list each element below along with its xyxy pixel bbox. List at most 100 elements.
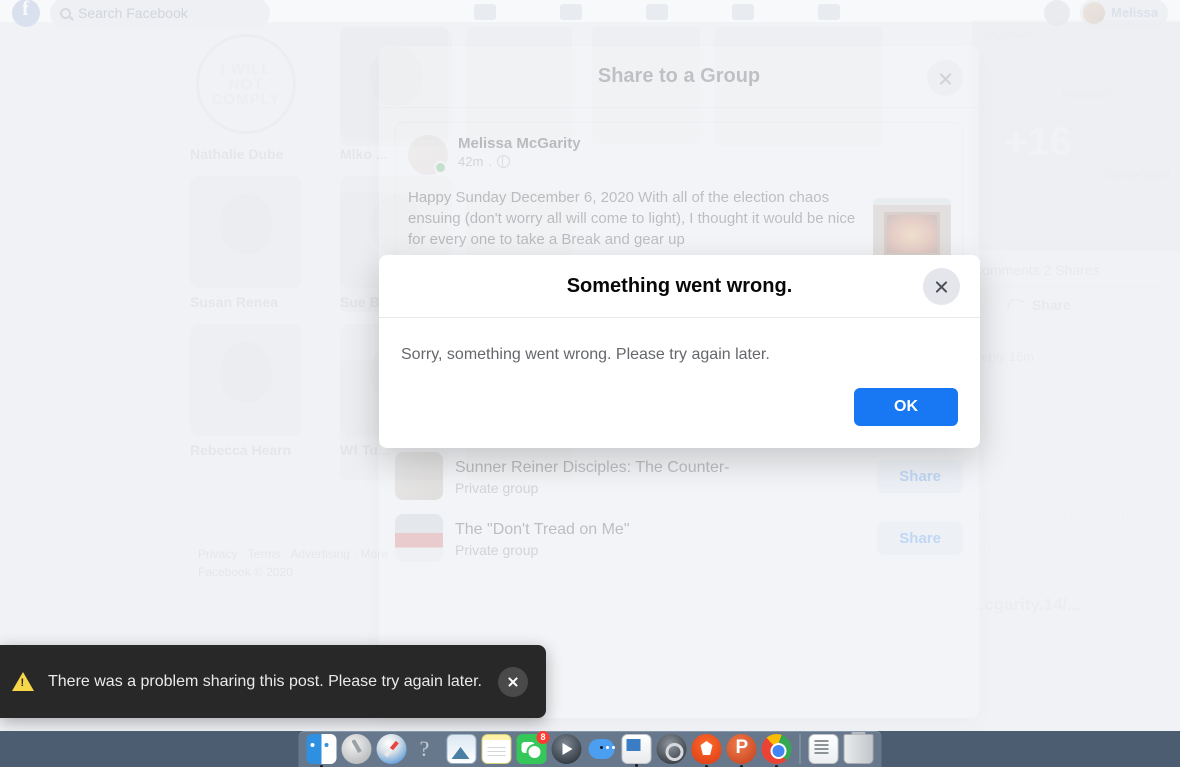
- share-dialog-close-button[interactable]: [927, 60, 963, 96]
- friend-tile[interactable]: Rebecca Hearn: [190, 324, 310, 458]
- comment-reply-meta: Reply 16m: [972, 349, 1035, 364]
- page-footer: Privacy · Terms · Advertising · More · F…: [198, 547, 396, 579]
- avatar: [408, 135, 448, 175]
- dock-launchpad-icon[interactable]: [341, 734, 372, 764]
- background-comment-text: Remember the ...ughters who ... some sto…: [970, 500, 1180, 620]
- error-toast: There was a problem sharing this post. P…: [0, 645, 546, 718]
- dock-documents-icon[interactable]: [808, 734, 839, 764]
- friend-name: Nathalie Dube: [190, 146, 284, 162]
- toast-message: There was a problem sharing this post. P…: [48, 672, 482, 690]
- dock-settings-icon[interactable]: [656, 734, 687, 764]
- tab-watch-icon[interactable]: [560, 4, 582, 20]
- dock-divider: [799, 734, 801, 764]
- warning-triangle-icon: [12, 672, 34, 691]
- dock-chrome-icon[interactable]: [761, 734, 792, 764]
- search-placeholder: Search Facebook: [78, 5, 188, 21]
- search-input[interactable]: Search Facebook: [50, 0, 270, 28]
- map-attribution: Google: [1020, 213, 1073, 233]
- badge-line-3: COMPLY: [211, 90, 281, 108]
- dock-notes-icon[interactable]: [481, 734, 512, 764]
- error-dialog-header: Something went wrong.: [379, 255, 980, 318]
- feed-post-right: City Beach Pines Blvd Corridor Island +1…: [950, 20, 1180, 364]
- map-label: City Beach: [984, 30, 1033, 41]
- dock-help-icon[interactable]: [412, 734, 442, 764]
- share-dialog-title: Share to a Group: [597, 65, 761, 87]
- map-label: Corridor Island: [1104, 170, 1170, 181]
- globe-icon: [496, 155, 510, 168]
- comment-link[interactable]: ...cgarity.14/...: [970, 595, 1081, 614]
- tab-home-icon[interactable]: [474, 4, 496, 20]
- screen: Search Facebook Melissa: [0, 0, 1180, 767]
- toast-close-button[interactable]: [498, 666, 528, 697]
- dock-safari-icon[interactable]: [376, 734, 407, 764]
- post-meta: 42m .: [458, 154, 581, 169]
- group-privacy: Private group: [455, 541, 539, 558]
- group-list-item[interactable]: Sunner Reiner Disciples: The Counter- Pr…: [379, 445, 979, 507]
- close-icon: [507, 676, 519, 688]
- friend-name: Susan Renea: [190, 294, 278, 310]
- comment-extra: r training?: [970, 565, 1046, 584]
- badge-line-1: I WILL: [220, 60, 272, 78]
- dock-news-icon[interactable]: [621, 734, 652, 764]
- map-label: Pines Blvd: [1062, 90, 1110, 101]
- mac-dock: 8: [298, 731, 882, 767]
- group-info: The "Don't Tread on Me" Private group: [455, 519, 865, 558]
- tab-gaming-icon[interactable]: [818, 4, 840, 20]
- group-thumbnail: [395, 452, 443, 500]
- post-share-button[interactable]: Share: [1007, 297, 1180, 313]
- post-map-image[interactable]: City Beach Pines Blvd Corridor Island +1…: [972, 20, 1180, 250]
- error-dialog-title: Something went wrong.: [566, 274, 793, 297]
- dock-trash-icon[interactable]: [843, 732, 874, 764]
- dock-powerpoint-icon[interactable]: [726, 734, 757, 764]
- dock-messages-icon[interactable]: 8: [516, 731, 550, 764]
- post-preview-header: Melissa McGarity 42m .: [408, 135, 950, 175]
- group-thumbnail: [395, 514, 443, 562]
- error-dialog-footer: OK: [379, 376, 980, 448]
- search-icon: [60, 7, 71, 19]
- share-dialog-body: Melissa McGarity 42m . Happy Sunday Dece…: [379, 108, 979, 266]
- dock-quicktime-icon[interactable]: [551, 734, 582, 764]
- error-dialog-close-button[interactable]: [923, 268, 960, 305]
- notification-badge: 8: [536, 731, 550, 744]
- account-name: Melissa: [1111, 5, 1158, 20]
- share-dialog-header: Share to a Group: [379, 46, 979, 108]
- tab-marketplace-icon[interactable]: [646, 4, 668, 20]
- group-share-button[interactable]: Share: [877, 459, 963, 493]
- friend-photo: I WILL NOT COMPLY: [190, 28, 302, 140]
- group-name: Sunner Reiner Disciples: The Counter-: [455, 458, 730, 476]
- post-author-name: Melissa McGarity: [458, 135, 581, 152]
- friend-tile[interactable]: Susan Renea: [190, 176, 310, 310]
- group-share-button[interactable]: Share: [877, 521, 963, 555]
- friend-name: Rebecca Hearn: [190, 442, 292, 458]
- group-name: The "Don't Tread on Me": [455, 520, 630, 538]
- photo-overflow-count: +16: [1004, 120, 1072, 164]
- error-dialog: Something went wrong. Sorry, something w…: [379, 255, 980, 448]
- nav-tabs: [270, 4, 1044, 20]
- desktop-taskbar: 8: [0, 731, 1180, 767]
- friend-tile[interactable]: I WILL NOT COMPLY Nathalie Dube: [190, 28, 310, 162]
- group-privacy: Private group: [455, 479, 539, 496]
- friend-photo: [190, 324, 302, 436]
- i-will-not-comply-badge-icon: I WILL NOT COMPLY: [196, 34, 296, 134]
- error-dialog-message: Sorry, something went wrong. Please try …: [401, 346, 770, 363]
- dock-messenger-icon[interactable]: [587, 734, 617, 764]
- dock-preview-icon[interactable]: [446, 734, 477, 764]
- tab-groups-icon[interactable]: [732, 4, 754, 20]
- post-timestamp: 42m: [458, 154, 484, 169]
- dock-brave-icon[interactable]: [691, 734, 722, 764]
- dock-finder-icon[interactable]: [306, 734, 337, 764]
- ok-button[interactable]: OK: [854, 388, 958, 426]
- post-preview-text: Happy Sunday December 6, 2020 With all o…: [408, 189, 856, 248]
- share-label: Share: [1032, 297, 1071, 313]
- facebook-logo-icon[interactable]: [12, 0, 40, 27]
- facebook-top-navbar: Search Facebook Melissa: [0, 0, 1180, 28]
- group-info: Sunner Reiner Disciples: The Counter- Pr…: [455, 457, 865, 496]
- group-list-item[interactable]: The "Don't Tread on Me" Private group Sh…: [379, 507, 979, 569]
- friend-photo: [190, 176, 302, 288]
- meta-separator: .: [488, 154, 492, 169]
- error-dialog-body: Sorry, something went wrong. Please try …: [379, 318, 980, 376]
- badge-line-2: NOT: [228, 75, 264, 93]
- divider: [996, 286, 1158, 287]
- comment-body: Remember the ...ughters who ... some sto…: [970, 505, 1159, 554]
- share-arrow-icon: [1007, 297, 1025, 313]
